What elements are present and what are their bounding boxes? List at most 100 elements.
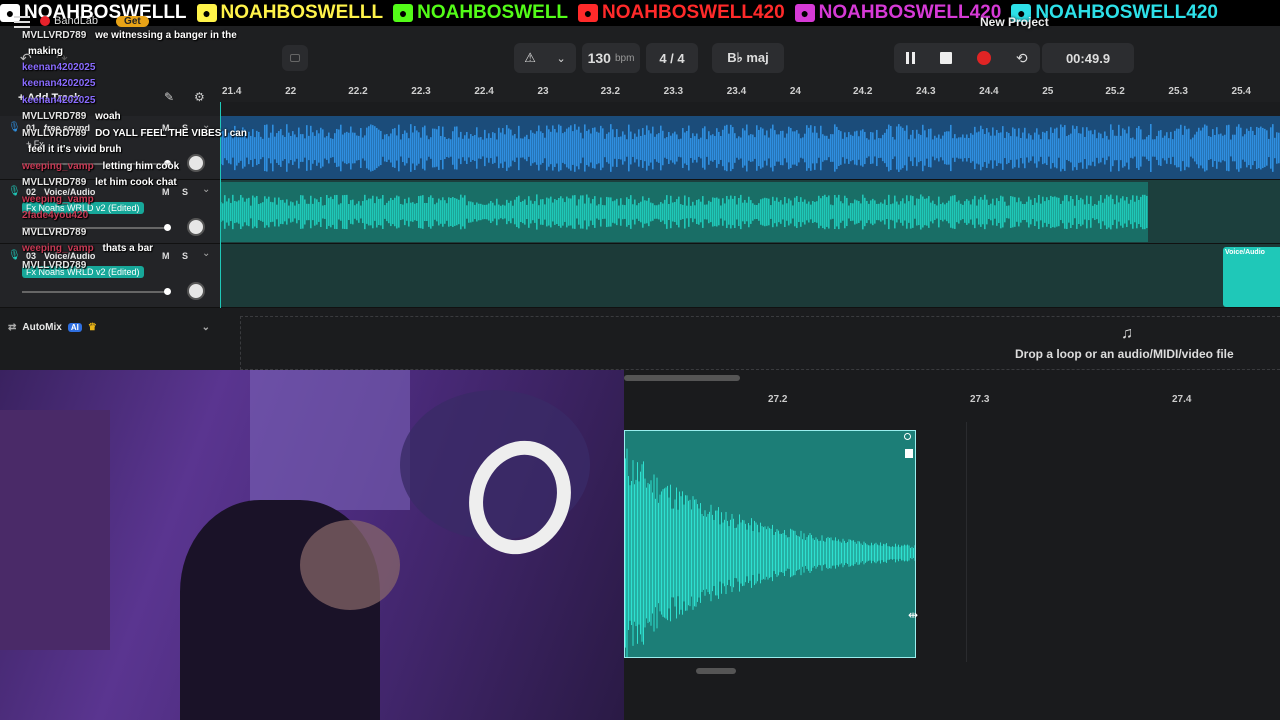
editor-ruler: 27.2 27.3 27.4 (624, 388, 1280, 408)
ruler-tick: 24.3 (916, 86, 936, 97)
chat-message: keenan4202025 (22, 95, 101, 106)
ruler-tick: 22.3 (411, 86, 431, 97)
editor-ruler-tick: 27.4 (1172, 394, 1192, 405)
ruler-tick: 22.4 (474, 86, 494, 97)
social-handle-text: NOAHBOSWELL420 (818, 2, 1002, 23)
waveform-track-1 (220, 124, 1280, 172)
chat-username: MVLLVRD789 (22, 259, 87, 271)
chat-text: feel it it's vivid bruh (28, 144, 122, 155)
chat-username: weeping_vamp (22, 243, 94, 254)
track-lane-3[interactable]: Voice/Audio (220, 244, 1280, 308)
time-signature[interactable]: 4 / 4 (646, 43, 698, 73)
pause-icon[interactable] (906, 52, 916, 64)
chat-message: weeping_vamp letting him cook (22, 161, 179, 172)
stop-icon[interactable] (940, 52, 953, 64)
app-logo[interactable]: BandLab Get (40, 14, 149, 28)
social-handle-5: ● NOAHBOSWELL420 (794, 2, 1002, 24)
chat-text: letting him cook (102, 160, 180, 172)
time-display: 00:49.9 (1042, 43, 1134, 73)
ruler-tick: 24.4 (979, 86, 999, 97)
ai-badge: AI (67, 322, 82, 332)
app-logo-label: BandLab (54, 15, 99, 27)
chat-text: thats a bar (102, 243, 154, 254)
social-handle-text: NOAHBOSWELLL (220, 2, 384, 23)
track-lane-2[interactable] (220, 180, 1280, 244)
chat-message: MVLLVRD789 we witnessing a banger in the (22, 30, 237, 41)
automix-label: AutoMix (22, 321, 62, 333)
volume-slider[interactable] (22, 291, 168, 293)
chat-message: making (22, 46, 63, 57)
clip-editor-panel[interactable]: 27.2 27.3 27.4 ⇹ (624, 370, 1280, 720)
chat-text: DO YALL FEEL THE VIBES I can (95, 127, 247, 139)
stream-chat-overlay: MVLLVRD789 we witnessing a banger in the… (22, 30, 262, 290)
editor-scrollbar[interactable] (624, 375, 740, 381)
get-button[interactable]: Get (116, 15, 149, 27)
drop-zone[interactable]: ♫ Drop a loop or an audio/MIDI/video fil… (240, 316, 1280, 370)
chat-username: keenan4202025 (22, 94, 96, 106)
chat-username: MVLLVRD789 (22, 177, 87, 188)
kick-icon: ● (393, 4, 414, 22)
social-handle-text: NOAHBOSWELL420 (1035, 2, 1218, 23)
video-icon[interactable] (282, 45, 308, 71)
mic-icon: 🎙 (8, 250, 21, 261)
music-add-icon: ♫ (1121, 325, 1133, 342)
chevron-down-icon[interactable]: ⌄ (202, 322, 210, 333)
loop-icon[interactable]: ⟲ (1016, 50, 1028, 67)
tempo-value: 130 (587, 50, 611, 66)
ruler-tick: 22 (285, 86, 297, 97)
chat-text: woah (95, 111, 121, 122)
stream-social-banner: ● NOAHBOSWELLL ● NOAHBOSWELLL ● NOAHBOSWELL ● N… (0, 0, 1280, 26)
ruler-tick: 23.2 (600, 86, 621, 97)
instagram-icon: ● (794, 4, 815, 22)
social-handle-text: NOAHBOSWELL420 (602, 2, 785, 23)
bandlab-logo-icon (40, 16, 50, 26)
clip-handle-icon[interactable] (904, 433, 911, 440)
ruler-tick: 25 (1042, 86, 1054, 97)
chat-message: weeping_vamp thats a bar (22, 243, 153, 254)
ruler-tick: 24.2 (852, 86, 873, 97)
chat-message: MVLLVRD789 DO YALL FEEL THE VIBES I can (22, 128, 247, 139)
project-title[interactable]: New Project (980, 15, 1049, 29)
record-icon[interactable] (977, 51, 992, 65)
transport-controls: ⟲ (894, 43, 1040, 73)
chat-username: 2fade4you420 (22, 210, 89, 221)
youtube-icon: ● (578, 4, 599, 22)
social-handle-4: ● NOAHBOSWELL420 (578, 2, 785, 24)
clip-label: Voice/Audio (1225, 249, 1265, 256)
chat-text: we witnessing a banger in the (95, 30, 237, 41)
audio-clip[interactable]: Voice/Audio (1223, 247, 1280, 307)
chat-message: weeping_vamp (22, 194, 100, 205)
chat-message: MVLLVRD789 (22, 260, 92, 271)
ruler-tick: 23.4 (726, 86, 747, 97)
menu-icon[interactable] (14, 16, 30, 28)
chat-username: MVLLVRD789 (22, 127, 87, 139)
chat-username: keenan4202025 (22, 62, 96, 73)
editor-hscrollbar[interactable] (696, 668, 736, 674)
chat-username: MVLLVRD789 (22, 226, 87, 238)
waveform-track-2 (220, 182, 1148, 242)
social-handle-3: ● NOAHBOSWELL (393, 2, 568, 24)
tempo-unit: bpm (614, 52, 635, 64)
editor-waveform (625, 448, 916, 658)
chat-message: MVLLVRD789 (22, 227, 92, 238)
key-selector[interactable]: B♭ maj (712, 43, 784, 73)
chat-username: keenan4202025 (22, 78, 96, 89)
chat-username: weeping_vamp (22, 193, 94, 205)
ruler-tick: 23.3 (663, 86, 684, 97)
automix-row[interactable]: ⇄ AutoMix AI ♛ ⌄ (0, 312, 220, 342)
editor-clip[interactable] (624, 430, 916, 658)
timeline-ruler[interactable]: 21.4 22 22.2 22.3 22.4 23 23.2 23.3 23.4 24 24.2 24… (220, 84, 1280, 102)
track-lane-1[interactable] (220, 116, 1280, 180)
ruler-tick: 25.2 (1105, 86, 1125, 97)
metronome-button[interactable]: ⚠ ⌄ (514, 43, 576, 73)
chat-message: keenan4202025 (22, 78, 101, 89)
webcam-feed (0, 370, 624, 720)
snapchat-icon: ● (196, 4, 217, 22)
ruler-tick: 25.3 (1168, 86, 1188, 97)
clip-resize-handle[interactable] (905, 449, 913, 458)
tempo-display[interactable]: 130 bpm (582, 43, 640, 73)
ruler-tick: 24 (789, 86, 801, 97)
editor-grid-line (966, 422, 967, 662)
chat-message: MVLLVRD789 let him cook chat (22, 177, 177, 188)
mic-icon: 🎙 (8, 122, 21, 133)
